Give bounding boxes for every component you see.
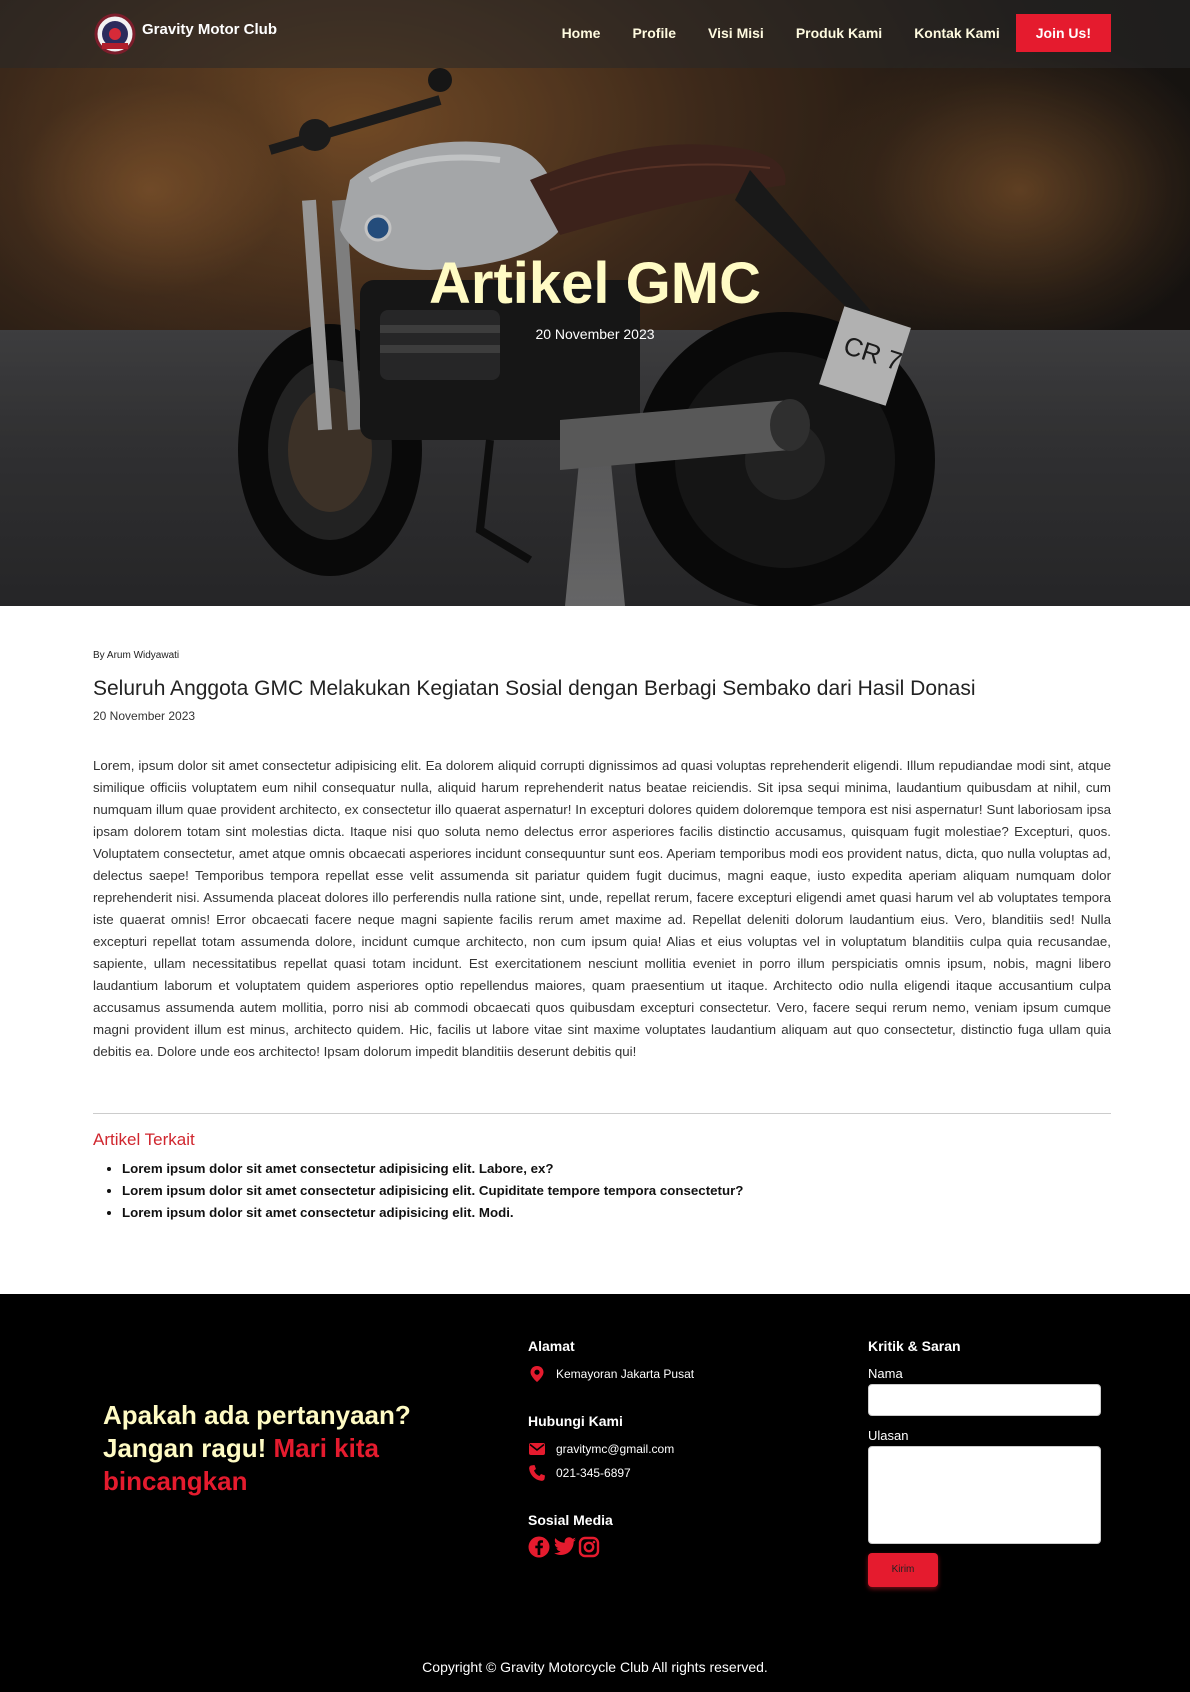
related-article-item[interactable]: Lorem ipsum dolor sit amet consectetur a… bbox=[122, 1158, 1111, 1180]
email-row[interactable]: gravitymc@gmail.com bbox=[528, 1440, 828, 1458]
nav-visi-misi[interactable]: Visi Misi bbox=[708, 25, 764, 41]
social-links bbox=[528, 1536, 828, 1558]
twitter-icon[interactable] bbox=[553, 1536, 577, 1558]
nav-kontak-kami[interactable]: Kontak Kami bbox=[914, 25, 1000, 41]
social-heading: Sosial Media bbox=[528, 1512, 613, 1528]
brand[interactable]: Gravity Motor Club bbox=[94, 13, 277, 55]
email-text: gravitymc@gmail.com bbox=[556, 1442, 675, 1456]
section-divider bbox=[93, 1113, 1111, 1114]
address-heading: Alamat bbox=[528, 1338, 575, 1354]
cta-line-2: Jangan ragu! bbox=[103, 1433, 267, 1463]
related-articles-list: Lorem ipsum dolor sit amet consectetur a… bbox=[93, 1158, 1111, 1224]
location-pin-icon bbox=[530, 1366, 544, 1382]
join-button[interactable]: Join Us! bbox=[1015, 14, 1111, 52]
brand-name: Gravity Motor Club bbox=[142, 20, 278, 38]
phone-row[interactable]: 021-345-6897 bbox=[528, 1464, 828, 1482]
submit-button[interactable]: Kirim bbox=[868, 1553, 938, 1587]
main-nav: Home Profile Visi Misi Produk Kami Konta… bbox=[562, 14, 1111, 52]
address-text: Kemayoran Jakarta Pusat bbox=[556, 1367, 695, 1381]
phone-icon bbox=[529, 1465, 545, 1481]
article-date: 20 November 2023 bbox=[93, 709, 196, 723]
feedback-heading: Kritik & Saran bbox=[868, 1338, 961, 1354]
name-field[interactable] bbox=[868, 1384, 1101, 1416]
cta-line-1: Apakah ada pertanyaan? bbox=[103, 1400, 411, 1430]
related-article-item[interactable]: Lorem ipsum dolor sit amet consectetur a… bbox=[122, 1180, 1111, 1202]
hero-banner: CR 7 Gravity Motor Club Home Profile Vis… bbox=[0, 0, 1190, 606]
instagram-icon[interactable] bbox=[578, 1536, 602, 1558]
related-articles-title: Artikel Terkait bbox=[93, 1130, 195, 1149]
article-title: Seluruh Anggota GMC Melakukan Kegiatan S… bbox=[93, 677, 976, 700]
contact-heading: Hubungi Kami bbox=[528, 1413, 623, 1429]
email-icon bbox=[529, 1443, 545, 1455]
review-textarea[interactable] bbox=[868, 1446, 1101, 1544]
address-row: Kemayoran Jakarta Pusat bbox=[528, 1365, 828, 1383]
footer-contact-column: Alamat Kemayoran Jakarta Pusat Hubungi K… bbox=[528, 1338, 828, 1558]
feedback-form: Kritik & Saran Nama Ulasan Kirim bbox=[868, 1338, 1102, 1587]
article-body: Lorem, ipsum dolor sit amet consectetur … bbox=[93, 758, 1111, 1059]
footer-cta: Apakah ada pertanyaan? Jangan ragu! Mari… bbox=[103, 1399, 443, 1498]
phone-text: 021-345-6897 bbox=[556, 1466, 631, 1480]
nav-produk-kami[interactable]: Produk Kami bbox=[796, 25, 882, 41]
article-author: By Arum Widyawati bbox=[93, 650, 180, 661]
nav-profile[interactable]: Profile bbox=[632, 25, 676, 41]
review-label: Ulasan bbox=[868, 1428, 909, 1443]
hero-title: Artikel GMC bbox=[429, 251, 761, 316]
name-label: Nama bbox=[868, 1366, 903, 1381]
related-article-item[interactable]: Lorem ipsum dolor sit amet consectetur a… bbox=[122, 1202, 1111, 1224]
footer: Apakah ada pertanyaan? Jangan ragu! Mari… bbox=[0, 1294, 1190, 1692]
navbar: Gravity Motor Club Home Profile Visi Mis… bbox=[0, 0, 1190, 68]
gmc-logo-icon bbox=[94, 13, 136, 55]
facebook-icon[interactable] bbox=[528, 1536, 552, 1558]
nav-home[interactable]: Home bbox=[562, 25, 601, 41]
copyright: Copyright © Gravity Motorcycle Club All … bbox=[422, 1659, 768, 1675]
hero-date: 20 November 2023 bbox=[535, 326, 655, 342]
article: By Arum Widyawati Seluruh Anggota GMC Me… bbox=[0, 606, 1190, 1224]
